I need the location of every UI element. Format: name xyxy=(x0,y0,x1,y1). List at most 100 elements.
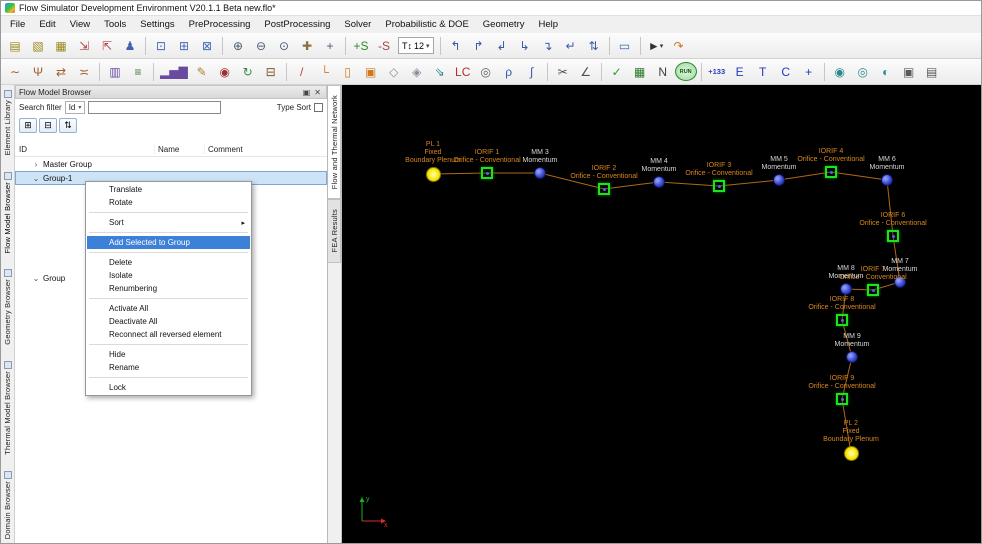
archive-icon[interactable]: ⊟ xyxy=(260,61,282,82)
save-model-icon[interactable]: ▦ xyxy=(50,35,72,56)
temperature-ids-icon[interactable]: T xyxy=(752,61,774,82)
filter-field-select[interactable]: Id ▾ xyxy=(65,101,86,114)
network-node-mm3[interactable] xyxy=(534,167,546,179)
cursor-mode-dropdown[interactable]: ► ▾ xyxy=(645,35,667,56)
chart-browser-icon[interactable]: ▥ xyxy=(104,61,126,82)
menu-preprocessing[interactable]: PreProcessing xyxy=(182,17,258,32)
menu-edit[interactable]: Edit xyxy=(32,17,62,32)
branch-link-icon[interactable]: Ψ xyxy=(27,61,49,82)
new-model-icon[interactable]: ▤ xyxy=(4,35,26,56)
validate-model-icon[interactable]: ✓ xyxy=(606,61,628,82)
measure-icon[interactable]: ∠ xyxy=(575,61,597,82)
network-node-iorif1[interactable] xyxy=(481,167,493,179)
remove-node-icon[interactable]: -S xyxy=(373,35,395,56)
context-menu-item-add-selected-to-group[interactable]: Add Selected to Group xyxy=(87,236,250,249)
font-size-combo[interactable]: T↕12▾ xyxy=(398,37,434,54)
cut-icon[interactable]: ✂ xyxy=(552,61,574,82)
hide-all-icon[interactable]: ◎ xyxy=(852,61,874,82)
context-menu-item-rotate[interactable]: Rotate xyxy=(87,196,250,209)
sidebar-tab-flow-model-browser[interactable]: Flow Model Browser xyxy=(3,172,12,254)
create-link-icon[interactable]: ∼ xyxy=(4,61,26,82)
select-box-icon[interactable]: ⊞ xyxy=(173,35,195,56)
expander-icon[interactable]: ⌄ xyxy=(31,274,41,283)
increment-ids-icon[interactable]: + xyxy=(798,61,820,82)
orient-up-left-icon[interactable]: ↰ xyxy=(445,35,467,56)
user-profile-icon[interactable]: ♟ xyxy=(119,35,141,56)
create-cube-icon[interactable]: ◈ xyxy=(406,61,428,82)
network-node-iorif6[interactable] xyxy=(887,230,899,242)
add-node-icon[interactable]: +S xyxy=(350,35,372,56)
display-settings-icon[interactable]: ▭ xyxy=(614,35,636,56)
chamber-ids-icon[interactable]: C xyxy=(775,61,797,82)
sidebar-tab-thermal-model-browser[interactable]: Thermal Model Browser xyxy=(3,361,12,455)
orient-enter-icon[interactable]: ↵ xyxy=(560,35,582,56)
orient-up-right-icon[interactable]: ↱ xyxy=(468,35,490,56)
network-node-mm9[interactable] xyxy=(846,351,858,363)
center-view-icon[interactable]: + xyxy=(319,35,341,56)
context-menu-item-sort[interactable]: Sort▸ xyxy=(87,216,250,229)
create-chamber-icon[interactable]: ▣ xyxy=(360,61,382,82)
context-menu-item-lock[interactable]: Lock xyxy=(87,381,250,394)
network-node-iorif2[interactable] xyxy=(598,183,610,195)
menu-settings[interactable]: Settings xyxy=(133,17,181,32)
nist-properties-icon[interactable]: N xyxy=(652,61,674,82)
sidebar-tab-element-library[interactable]: Element Library xyxy=(3,90,12,156)
orient-swap-icon[interactable]: ⇅ xyxy=(583,35,605,56)
zoom-fit-icon[interactable]: ⊙ xyxy=(273,35,295,56)
loss-coefficient-icon[interactable]: LC xyxy=(452,61,474,82)
network-node-iorif3[interactable] xyxy=(713,180,725,192)
menu-file[interactable]: File xyxy=(3,17,32,32)
zoom-in-icon[interactable]: ⊕ xyxy=(227,35,249,56)
context-menu-item-rename[interactable]: Rename xyxy=(87,361,250,374)
sidebar-tab-domain-browser[interactable]: Domain Browser xyxy=(3,471,12,539)
solver-setup-icon[interactable]: ▦ xyxy=(629,61,651,82)
orient-return-icon[interactable]: ↴ xyxy=(537,35,559,56)
element-ids-icon[interactable]: E xyxy=(729,61,751,82)
network-node-mm8[interactable] xyxy=(840,283,852,295)
menu-help[interactable]: Help xyxy=(532,17,566,32)
network-node-mm5[interactable] xyxy=(773,174,785,186)
network-node-mm7[interactable] xyxy=(894,276,906,288)
network-node-mm6[interactable] xyxy=(881,174,893,186)
dock-icon[interactable]: ▣ xyxy=(301,88,313,97)
context-menu-item-reconnect-all-reversed-element[interactable]: Reconnect all reversed element xyxy=(87,328,250,341)
create-tube-icon[interactable]: / xyxy=(291,61,313,82)
import-file-icon[interactable]: ⇲ xyxy=(73,35,95,56)
context-menu-item-isolate[interactable]: Isolate xyxy=(87,269,250,282)
redo-icon[interactable]: ↷ xyxy=(668,35,690,56)
context-menu-item-translate[interactable]: Translate xyxy=(87,183,250,196)
network-canvas[interactable]: x y PL 1FixedBoundary PlenumIORIF 1Orifi… xyxy=(342,85,981,543)
show-all-icon[interactable]: ◉ xyxy=(829,61,851,82)
network-node-iorif4[interactable] xyxy=(825,166,837,178)
tree-row-master-group[interactable]: ›Master Group xyxy=(15,157,327,171)
select-lasso-icon[interactable]: ⊠ xyxy=(196,35,218,56)
expander-icon[interactable]: ⌄ xyxy=(31,174,41,183)
network-node-pl1[interactable] xyxy=(426,167,441,182)
create-bend-icon[interactable]: └ xyxy=(314,61,336,82)
network-node-iorif8[interactable] xyxy=(836,314,848,326)
junction-icon[interactable]: ≍ xyxy=(73,61,95,82)
integral-icon[interactable]: ∫ xyxy=(521,61,543,82)
context-menu-item-hide[interactable]: Hide xyxy=(87,348,250,361)
context-menu-item-delete[interactable]: Delete xyxy=(87,256,250,269)
create-orifice-icon[interactable]: ▯ xyxy=(337,61,359,82)
orient-down-right-icon[interactable]: ↳ xyxy=(514,35,536,56)
create-cavity-icon[interactable]: ◇ xyxy=(383,61,405,82)
zoom-out-icon[interactable]: ⊖ xyxy=(250,35,272,56)
context-menu-item-activate-all[interactable]: Activate All xyxy=(87,302,250,315)
pan-icon[interactable]: ✚ xyxy=(296,35,318,56)
renumber-ids-icon[interactable]: +133 xyxy=(706,61,728,82)
network-node-pl2[interactable] xyxy=(844,446,859,461)
expand-tree-button[interactable]: ⊞ xyxy=(19,118,37,133)
menu-solver[interactable]: Solver xyxy=(337,17,378,32)
export-file-icon[interactable]: ⇱ xyxy=(96,35,118,56)
refresh-model-icon[interactable]: ↻ xyxy=(237,61,259,82)
close-icon[interactable]: ✕ xyxy=(312,88,323,97)
camera-icon[interactable]: ▣ xyxy=(898,61,920,82)
network-node-mm4[interactable] xyxy=(653,176,665,188)
menu-tools[interactable]: Tools xyxy=(97,17,133,32)
model-tree-icon[interactable]: ≡ xyxy=(127,61,149,82)
menu-geometry[interactable]: Geometry xyxy=(476,17,532,32)
network-node-iorif9[interactable] xyxy=(836,393,848,405)
orient-down-left-icon[interactable]: ↲ xyxy=(491,35,513,56)
